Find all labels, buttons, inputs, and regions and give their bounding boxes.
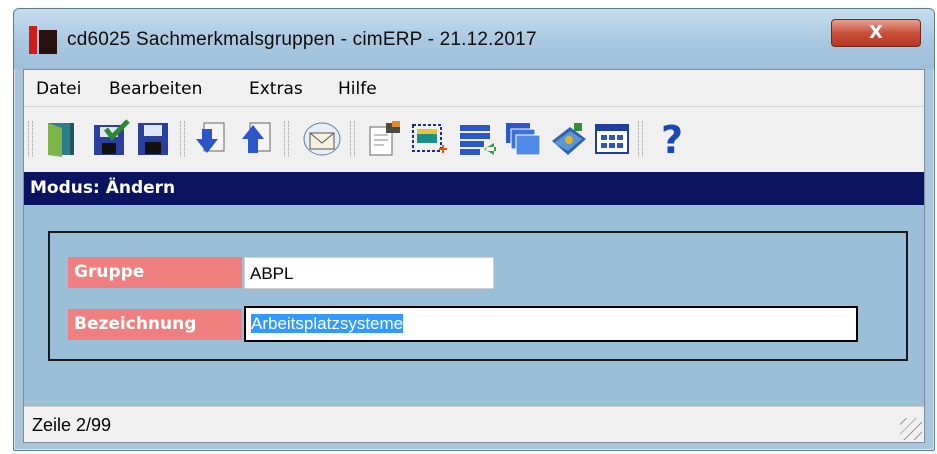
status-bar: Zeile 2/99 <box>24 406 924 442</box>
menu-extras[interactable]: Extras <box>249 79 303 99</box>
form-area: Gruppe ABPL Bezeichnung Arbeitsplatzsyst… <box>24 205 924 406</box>
page-down-arrow-icon[interactable] <box>192 119 232 159</box>
toolbar-separator <box>638 121 643 157</box>
gruppe-label: Gruppe <box>68 257 242 288</box>
new-record-icon[interactable] <box>408 119 448 159</box>
menu-datei[interactable]: Datei <box>36 79 81 99</box>
application-window: cd6025 Sachmerkmalsgruppen - cimERP - 21… <box>13 8 935 451</box>
status-text: Zeile 2/99 <box>32 415 112 435</box>
mode-bar: Modus: Ändern <box>24 172 924 205</box>
menu-bar: Datei Bearbeiten Extras Hilfe <box>24 70 924 107</box>
window-title: cd6025 Sachmerkmalsgruppen - cimERP - 21… <box>67 29 537 50</box>
calendar-grid-icon[interactable] <box>592 119 632 159</box>
save-icon[interactable] <box>132 119 172 159</box>
toolbar: ? <box>24 107 924 171</box>
title-bar[interactable]: cd6025 Sachmerkmalsgruppen - cimERP - 21… <box>14 9 934 69</box>
close-button[interactable]: X <box>831 19 921 47</box>
bezeichnung-label: Bezeichnung <box>68 309 242 340</box>
svg-text:?: ? <box>661 119 683 159</box>
help-question-icon[interactable]: ? <box>652 119 692 159</box>
list-import-icon[interactable] <box>456 119 496 159</box>
toolbar-separator <box>28 121 33 157</box>
app-icon <box>29 26 57 54</box>
group-box: Gruppe ABPL Bezeichnung Arbeitsplatzsyst… <box>48 231 908 361</box>
page-up-arrow-icon[interactable] <box>236 119 276 159</box>
envelope-icon[interactable] <box>302 119 342 159</box>
menu-bearbeiten[interactable]: Bearbeiten <box>109 79 202 99</box>
door-exit-icon[interactable] <box>42 119 82 159</box>
menu-hilfe[interactable]: Hilfe <box>338 79 377 99</box>
windows-stack-icon[interactable] <box>502 119 542 159</box>
toolbar-separator <box>350 121 355 157</box>
toolbar-separator <box>180 121 185 157</box>
bezeichnung-value: Arbeitsplatzsysteme <box>251 314 404 333</box>
bezeichnung-field[interactable]: Arbeitsplatzsysteme <box>244 306 858 342</box>
edit-document-icon[interactable] <box>364 119 404 159</box>
gruppe-field[interactable]: ABPL <box>244 257 494 289</box>
client-area: Datei Bearbeiten Extras Hilfe ? Modus: Ä… <box>23 69 925 443</box>
gruppe-value: ABPL <box>250 264 294 283</box>
resize-grip-icon[interactable] <box>900 418 922 440</box>
book-icon[interactable] <box>548 119 588 159</box>
save-checked-icon[interactable] <box>90 119 130 159</box>
toolbar-separator <box>284 121 289 157</box>
